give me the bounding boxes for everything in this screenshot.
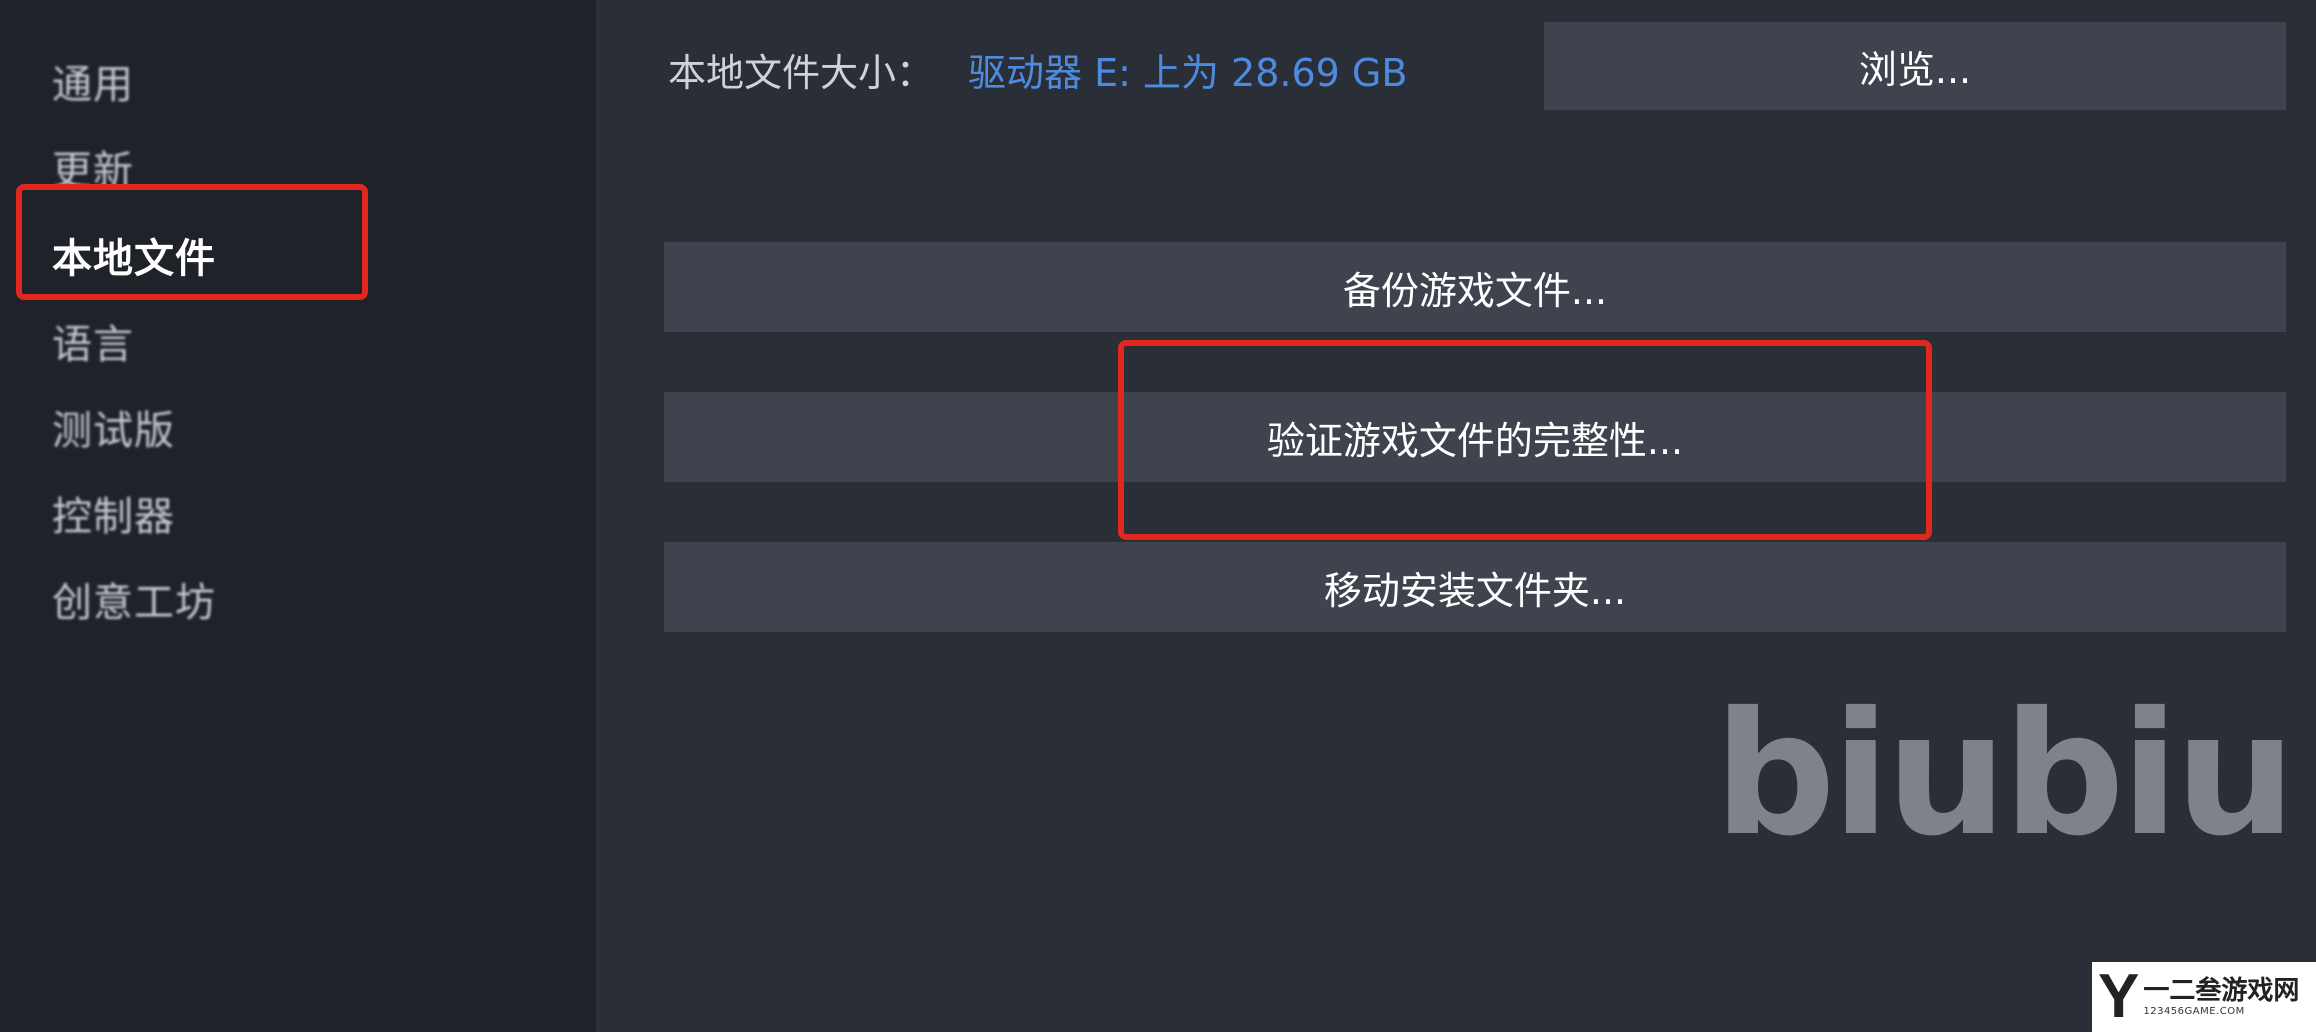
logo-name: 一二叁游戏网: [2143, 975, 2300, 1006]
biubiu-watermark: biubiu: [1714, 676, 2296, 874]
sidebar-item-workshop[interactable]: 创意工坊: [52, 570, 216, 628]
local-file-size-value: 驱动器 E: 上为 28.69 GB: [968, 51, 1408, 95]
logo-url: 123456GAME.COM: [2143, 1005, 2245, 1017]
sidebar-item-betas[interactable]: 测试版: [52, 398, 175, 456]
sidebar-item-updates[interactable]: 更新: [52, 138, 134, 196]
sidebar-item-language[interactable]: 语言: [52, 312, 134, 370]
logo-letter: Y: [2098, 962, 2140, 1031]
logo-text: 一二叁游戏网 123456GAME.COM: [2143, 978, 2299, 1017]
browse-button[interactable]: 浏览...: [1544, 22, 2286, 110]
settings-window: 通用 更新 本地文件 语言 测试版 控制器 创意工坊 本地文件大小： 驱动器 E…: [0, 0, 2316, 1032]
backup-game-files-button[interactable]: 备份游戏文件...: [664, 242, 2286, 332]
move-install-folder-button[interactable]: 移动安装文件夹...: [664, 542, 2286, 632]
sidebar-item-general[interactable]: 通用: [52, 52, 134, 110]
site-logo: Y 一二叁游戏网 123456GAME.COM: [2092, 962, 2316, 1032]
sidebar: 通用 更新 本地文件 语言 测试版 控制器 创意工坊: [0, 0, 596, 1032]
main-panel: [596, 0, 2316, 1032]
sidebar-item-controller[interactable]: 控制器: [52, 484, 175, 542]
local-file-size-label: 本地文件大小：: [668, 51, 935, 95]
sidebar-item-local-files[interactable]: 本地文件: [52, 226, 216, 284]
verify-integrity-button[interactable]: 验证游戏文件的完整性...: [664, 392, 2286, 482]
